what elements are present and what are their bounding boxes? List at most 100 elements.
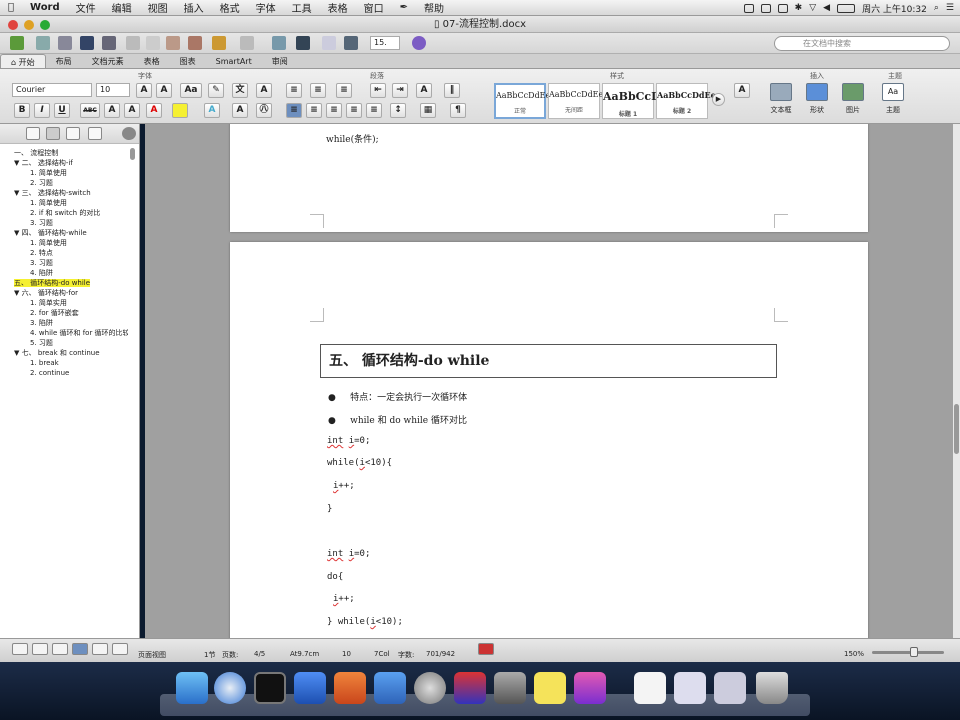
zoom-slider[interactable] xyxy=(872,647,944,657)
nav-item[interactable]: 1. break xyxy=(0,358,128,368)
subscript-button[interactable]: A xyxy=(124,103,140,118)
bullets-button[interactable]: ≡ xyxy=(286,83,302,98)
nav-item[interactable]: 2. continue xyxy=(0,368,128,378)
app-menu[interactable]: Word xyxy=(22,2,68,13)
nav-item[interactable]: 2. 习题 xyxy=(0,178,128,188)
align-center-button[interactable]: ≡ xyxy=(306,103,322,118)
numbering-button[interactable]: ≡ xyxy=(310,83,326,98)
menu-help[interactable]: 帮助 xyxy=(416,0,452,15)
word-icon[interactable] xyxy=(294,672,326,704)
gallery-icon[interactable] xyxy=(322,36,336,50)
format-painter-icon[interactable] xyxy=(188,36,202,50)
redo-icon[interactable] xyxy=(240,36,254,50)
underline-button[interactable]: U xyxy=(54,103,70,118)
zoom-field[interactable]: 15. xyxy=(370,36,400,50)
decrease-indent-button[interactable]: ⇤ xyxy=(370,83,386,98)
thumbnail-view-icon[interactable] xyxy=(26,127,40,140)
bluetooth-icon[interactable]: ✱ xyxy=(795,3,803,13)
theme-button[interactable]: Aa 主题 xyxy=(878,83,908,115)
distributed-button[interactable]: ≡ xyxy=(366,103,382,118)
insert-textbox-button[interactable]: 文本框 xyxy=(766,83,796,115)
downloads-icon[interactable] xyxy=(674,672,706,704)
nav-item[interactable]: 2. for 循环嵌套 xyxy=(0,308,128,318)
highlight-button[interactable] xyxy=(172,103,188,118)
system-preferences-icon[interactable] xyxy=(414,672,446,704)
publishing-view-icon[interactable] xyxy=(52,643,68,655)
zoom-window-button[interactable] xyxy=(40,20,50,30)
apple-menu-icon[interactable]:  xyxy=(0,2,22,13)
minimize-window-button[interactable] xyxy=(24,20,34,30)
shrink-font-button[interactable]: A xyxy=(156,83,172,98)
trash-icon[interactable] xyxy=(756,672,788,704)
style-heading-2[interactable]: AaBbCcDdEe 标题 2 xyxy=(656,83,716,119)
menu-tools[interactable]: 工具 xyxy=(284,0,320,15)
stickies-icon[interactable] xyxy=(534,672,566,704)
nav-item[interactable]: 1. 简单使用 xyxy=(0,238,128,248)
navigation-scrollbar[interactable] xyxy=(130,148,135,160)
xcode-icon[interactable] xyxy=(374,672,406,704)
text-direction-button[interactable]: A xyxy=(416,83,432,98)
tab-charts[interactable]: 图表 xyxy=(170,54,206,68)
tab-tables[interactable]: 表格 xyxy=(134,54,170,68)
volume-icon[interactable]: ◀ xyxy=(823,3,830,13)
spotlight-icon[interactable]: ⌕ xyxy=(934,3,939,13)
terminal-icon[interactable] xyxy=(254,672,286,704)
menu-font[interactable]: 字体 xyxy=(248,0,284,15)
clear-format-icon[interactable]: ✎ xyxy=(208,83,224,98)
font-name-select[interactable]: Courier xyxy=(12,83,92,97)
comments-icon[interactable] xyxy=(66,127,80,140)
menu-insert[interactable]: 插入 xyxy=(176,0,212,15)
style-heading-1[interactable]: AaBbCcD 标题 1 xyxy=(602,83,661,119)
align-right-button[interactable]: ≡ xyxy=(326,103,342,118)
print-layout-view-icon[interactable] xyxy=(72,643,88,655)
proofing-error-icon[interactable] xyxy=(478,643,494,655)
close-window-button[interactable] xyxy=(8,20,18,30)
character-shading-icon[interactable]: A xyxy=(232,103,248,118)
nav-item[interactable]: ▼ 二、 选择结构-if xyxy=(0,158,128,168)
style-normal[interactable]: AaBbCcDdEe 正常 xyxy=(494,83,550,119)
toolbox-icon[interactable] xyxy=(272,36,286,50)
menu-window[interactable]: 窗口 xyxy=(356,0,392,15)
wifi-icon[interactable]: ▽ xyxy=(809,3,816,13)
nav-item[interactable]: 3. 陷阱 xyxy=(0,318,128,328)
justify-button[interactable]: ≡ xyxy=(346,103,362,118)
zoom-slider-thumb[interactable] xyxy=(910,647,918,657)
powerpoint-icon[interactable] xyxy=(334,672,366,704)
change-case-button[interactable]: Aa xyxy=(180,83,202,98)
tab-smartart[interactable]: SmartArt xyxy=(206,54,262,68)
outline-view-button-icon[interactable] xyxy=(32,643,48,655)
nav-item[interactable]: ▼ 四、 循环结构-while xyxy=(0,228,128,238)
font-color-button[interactable]: A xyxy=(146,103,162,118)
nav-item[interactable]: ▼ 三、 选择结构-switch xyxy=(0,188,128,198)
photo-booth-icon[interactable] xyxy=(574,672,606,704)
find-icon[interactable] xyxy=(88,127,102,140)
sidebar-toggle-icon[interactable] xyxy=(296,36,310,50)
notification-icon[interactable]: ☰ xyxy=(946,3,954,13)
increase-indent-button[interactable]: ⇥ xyxy=(392,83,408,98)
phonetic-guide-icon[interactable]: 文 xyxy=(232,83,248,98)
nav-item[interactable]: 3. 习题 xyxy=(0,218,128,228)
templates-icon[interactable] xyxy=(36,36,50,50)
menu-table[interactable]: 表格 xyxy=(320,0,356,15)
new-doc-icon[interactable] xyxy=(10,36,24,50)
tab-layout[interactable]: 布局 xyxy=(46,54,82,68)
battery-icon[interactable] xyxy=(837,3,856,13)
open-icon[interactable] xyxy=(58,36,72,50)
parallels-icon[interactable] xyxy=(454,672,486,704)
italic-button[interactable]: I xyxy=(34,103,50,118)
draft-view-icon[interactable] xyxy=(12,643,28,655)
finder-icon[interactable] xyxy=(176,672,208,704)
show-marks-button[interactable]: ¶ xyxy=(450,103,466,118)
nav-item[interactable]: 2. if 和 switch 的对比 xyxy=(0,208,128,218)
nav-item[interactable]: 5. 习题 xyxy=(0,338,128,348)
font-size-select[interactable]: 10 xyxy=(96,83,130,97)
safari-icon[interactable] xyxy=(214,672,246,704)
camera-status-icon[interactable] xyxy=(743,3,754,13)
nav-item[interactable]: 2. 特点 xyxy=(0,248,128,258)
columns-button[interactable]: ‖ xyxy=(444,83,460,98)
text-box-a-icon[interactable]: A xyxy=(256,83,272,98)
help-icon[interactable] xyxy=(412,36,426,50)
borders-button[interactable]: ▦ xyxy=(420,103,436,118)
clock[interactable]: 周六 上午10:32 xyxy=(862,2,927,15)
undo-icon[interactable] xyxy=(212,36,226,50)
